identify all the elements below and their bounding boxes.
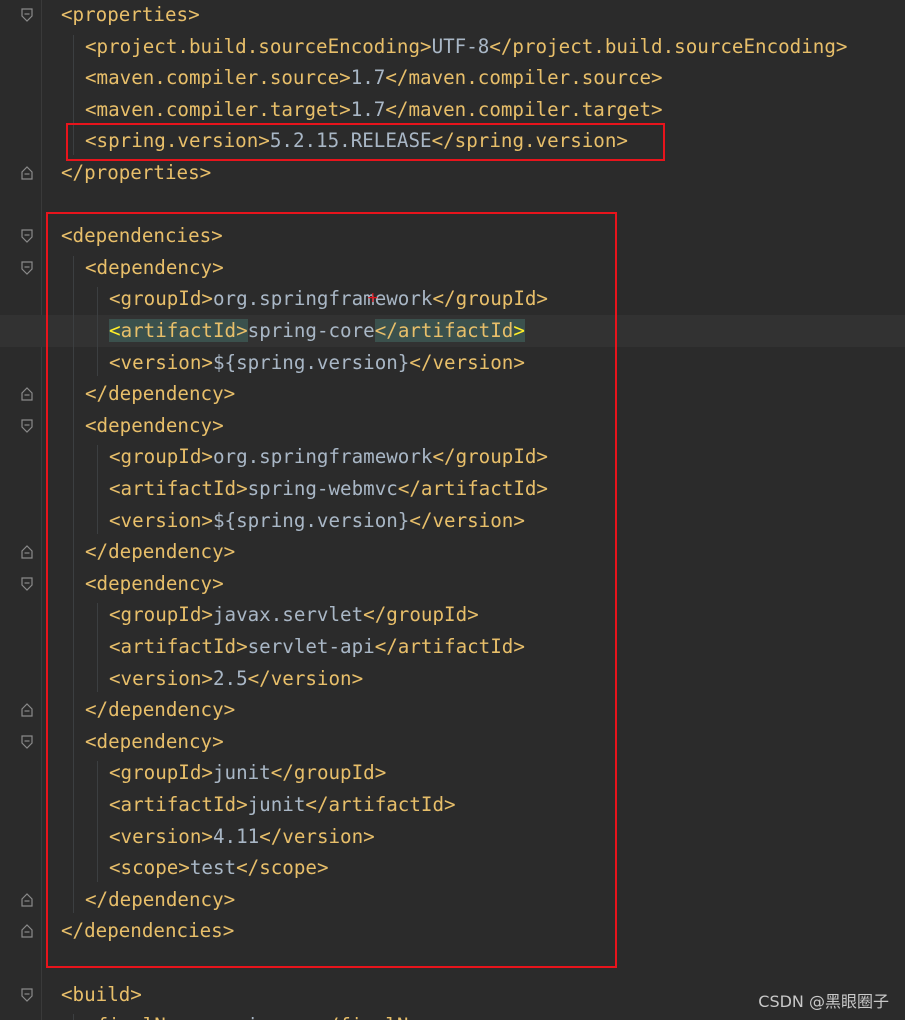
code-editor[interactable]: <properties> <project.build.sourceEncodin…	[0, 0, 905, 1020]
code-line[interactable]: <project.build.sourceEncoding>UTF-8</pro…	[0, 31, 905, 63]
xml-tag: </maven.compiler.target>	[385, 97, 663, 121]
code-line[interactable]: <properties>	[0, 0, 905, 31]
xml-value: 1.7	[350, 66, 386, 90]
xml-value: UTF-8	[431, 34, 490, 58]
xml-tag: <build>	[61, 982, 142, 1006]
spring-version-highlight-box	[66, 123, 665, 161]
xml-value: 1.7	[350, 97, 386, 121]
dependencies-highlight-box	[46, 212, 617, 968]
xml-tag: <maven.compiler.source>	[85, 66, 351, 90]
xml-tag: </finalName>	[316, 1014, 455, 1020]
xml-value: springmvc	[212, 1014, 316, 1020]
code-line[interactable]: <maven.compiler.source>1.7</maven.compil…	[0, 62, 905, 94]
xml-tag: </properties>	[61, 161, 212, 184]
code-line[interactable]: </properties>	[0, 157, 905, 189]
xml-tag: <maven.compiler.target>	[85, 97, 351, 121]
watermark: CSDN @黑眼圈子	[758, 992, 889, 1011]
xml-tag: </project.build.sourceEncoding>	[489, 34, 848, 58]
xml-tag: <finalName>	[85, 1014, 212, 1020]
xml-tag: </maven.compiler.source>	[385, 66, 663, 90]
code-line[interactable]: <maven.compiler.target>1.7</maven.compil…	[0, 94, 905, 126]
xml-tag: <properties>	[61, 3, 200, 26]
xml-tag: <project.build.sourceEncoding>	[85, 34, 432, 58]
mouse-cursor-icon: +	[367, 290, 379, 306]
indent-guide	[73, 1014, 74, 1020]
